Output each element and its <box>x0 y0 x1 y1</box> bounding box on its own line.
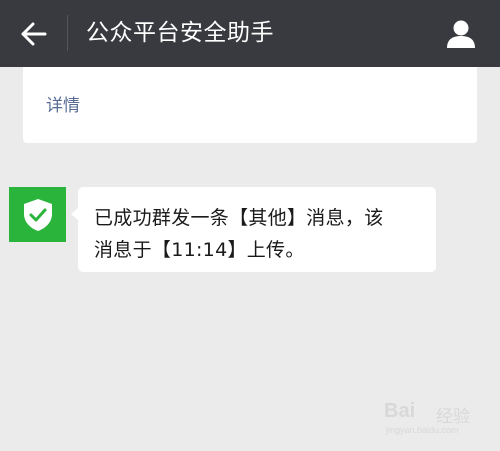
header-divider <box>67 15 68 51</box>
watermark: Bai 经验 jingyan.baidu.com <box>384 394 494 444</box>
watermark-brand: Bai <box>384 400 416 422</box>
chat-screen: 公众平台安全助手 详情 已成功群发一条【其他】消息，该 消息于【11:14】上传… <box>0 0 500 451</box>
previous-message-card: 详情 <box>23 67 477 143</box>
person-icon <box>447 20 475 48</box>
watermark-sub: 经验 <box>436 407 470 427</box>
details-link[interactable]: 详情 <box>46 91 80 116</box>
avatar[interactable] <box>9 187 66 242</box>
profile-button[interactable] <box>440 14 482 54</box>
shield-check-icon <box>23 198 52 231</box>
message-text-line-1: 已成功群发一条【其他】消息，该 <box>94 207 384 229</box>
message-text-line-2: 消息于【11:14】上传。 <box>94 239 305 261</box>
top-bar: 公众平台安全助手 <box>0 0 500 67</box>
arrow-left-icon <box>21 22 47 46</box>
watermark-url: jingyan.baidu.com <box>386 425 459 435</box>
message-bubble[interactable]: 已成功群发一条【其他】消息，该 消息于【11:14】上传。 <box>71 187 436 272</box>
page-title: 公众平台安全助手 <box>86 20 274 46</box>
back-button[interactable] <box>14 15 54 53</box>
